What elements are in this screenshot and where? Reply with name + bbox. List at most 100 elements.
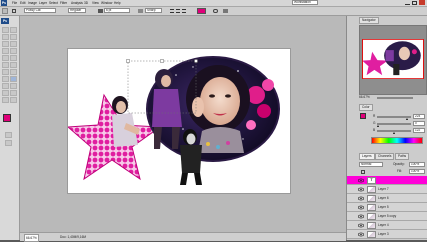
font-size-select[interactable]: 6 pt xyxy=(104,8,130,13)
align-center-icon[interactable] xyxy=(176,9,180,13)
pen-tool-icon[interactable] xyxy=(2,76,9,82)
zoom-level[interactable]: 66.67% xyxy=(24,234,39,242)
lock-icon[interactable] xyxy=(361,170,365,174)
opacity-field[interactable]: 100% xyxy=(409,162,425,167)
minimize-button[interactable] xyxy=(405,1,410,5)
3d-orbit-tool-icon[interactable] xyxy=(10,90,17,96)
pink-circle xyxy=(262,79,274,91)
eye-icon[interactable] xyxy=(357,196,365,201)
tab-color[interactable]: Color xyxy=(359,104,373,111)
warp-text-icon[interactable] xyxy=(213,9,218,13)
antialias-select[interactable]: Sharp xyxy=(145,8,162,13)
channel-r-thumb[interactable] xyxy=(406,118,408,120)
type-tool-icon[interactable] xyxy=(10,76,17,82)
workspace-switcher[interactable]: Workstation xyxy=(292,0,318,5)
eye-icon[interactable] xyxy=(357,214,365,219)
marquee-tool-icon[interactable] xyxy=(10,27,17,33)
tab-navigator[interactable]: Navigator xyxy=(359,17,379,24)
navigator-preview[interactable] xyxy=(359,25,427,95)
align-right-icon[interactable] xyxy=(182,9,186,13)
clone-stamp-tool-icon[interactable] xyxy=(2,55,9,61)
brush-tool-icon[interactable] xyxy=(10,48,17,54)
healing-tool-icon[interactable] xyxy=(2,48,9,54)
layer-row[interactable]: Layer 7 xyxy=(347,185,427,194)
eraser-tool-icon[interactable] xyxy=(2,62,9,68)
blend-mode-select[interactable]: Normal xyxy=(359,162,383,167)
layer-thumbnail xyxy=(367,204,376,211)
history-brush-tool-icon[interactable] xyxy=(10,55,17,61)
layer-name: Layer 5 copy xyxy=(378,214,397,218)
app-logo: Ps xyxy=(1,0,7,6)
menu-item-image[interactable]: Image xyxy=(28,1,37,5)
menu-item-view[interactable]: View xyxy=(92,1,99,5)
layer-row[interactable]: Layer 3 xyxy=(347,230,427,239)
menu-item-filter[interactable]: Filter xyxy=(60,1,67,5)
eye-icon[interactable] xyxy=(357,187,365,192)
3d-rotate-tool-icon[interactable] xyxy=(2,90,9,96)
tab-channels[interactable]: Channels xyxy=(375,153,395,160)
eyedropper-tool-icon[interactable] xyxy=(10,41,17,47)
menu-item-window[interactable]: Window xyxy=(101,1,112,5)
magic-wand-tool-icon[interactable] xyxy=(10,34,17,40)
blur-tool-icon[interactable] xyxy=(2,69,9,75)
channel-b-thumb[interactable] xyxy=(393,132,395,134)
navigator-zoom-slider[interactable] xyxy=(377,97,413,99)
channel-b-value[interactable]: 122 xyxy=(413,128,425,133)
layer-thumbnail xyxy=(367,195,376,202)
font-style-select[interactable]: Regular xyxy=(68,8,86,13)
menu-item-select[interactable]: Select xyxy=(49,1,58,5)
shape-tool-icon[interactable] xyxy=(10,83,17,89)
fill-field[interactable]: 100% xyxy=(409,169,425,174)
text-orientation-icon[interactable] xyxy=(12,9,16,13)
channel-g-thumb[interactable] xyxy=(377,125,379,127)
crop-tool-icon[interactable] xyxy=(2,41,9,47)
channel-r-value[interactable]: 224 xyxy=(413,114,425,119)
pink-circle xyxy=(246,120,256,130)
foreground-color-swatch[interactable] xyxy=(3,114,11,122)
hand-tool-icon[interactable] xyxy=(2,97,9,103)
options-bar: Pussy Cat Regular 6 pt Sharp xyxy=(0,7,427,16)
tab-paths[interactable]: Paths xyxy=(395,153,410,160)
menu-item-file[interactable]: File xyxy=(12,1,17,5)
eye-icon[interactable] xyxy=(357,205,365,210)
color-foreground-swatch[interactable] xyxy=(360,113,366,119)
navigator-zoom[interactable]: 66.67% xyxy=(359,95,370,100)
layer-row[interactable]: Layer 5 copy xyxy=(347,212,427,221)
text-color-swatch[interactable] xyxy=(197,8,206,14)
font-size-icon xyxy=(98,9,103,13)
layer-row[interactable]: Layer 5 xyxy=(347,203,427,212)
layer-row[interactable]: Layer 4 xyxy=(347,221,427,230)
font-family-select[interactable]: Pussy Cat xyxy=(24,8,56,13)
tab-layers[interactable]: Layers xyxy=(359,153,375,160)
eye-icon[interactable] xyxy=(357,223,365,228)
collage-artwork xyxy=(68,56,280,185)
type-tool-icon xyxy=(2,8,8,14)
menu-item-analysis[interactable]: Analysis xyxy=(71,1,83,5)
path-selection-tool-icon[interactable] xyxy=(2,83,9,89)
pink-circle xyxy=(257,104,271,118)
layer-row[interactable]: Layer 6 xyxy=(347,194,427,203)
close-button[interactable] xyxy=(419,0,425,5)
layer-row[interactable]: T xyxy=(347,176,427,185)
lasso-tool-icon[interactable] xyxy=(2,34,9,40)
channel-g-slider[interactable] xyxy=(377,123,411,125)
restore-button[interactable] xyxy=(412,1,417,5)
screen-mode-icon[interactable] xyxy=(5,140,12,146)
menu-item-help[interactable]: Help xyxy=(114,1,121,5)
menu-item-edit[interactable]: Edit xyxy=(20,1,26,5)
channel-g-value[interactable]: 0 xyxy=(413,121,425,126)
character-panel-icon[interactable] xyxy=(223,9,228,13)
color-spectrum[interactable] xyxy=(371,137,423,144)
menu-item-layer[interactable]: Layer xyxy=(39,1,47,5)
quick-mask-icon[interactable] xyxy=(5,132,12,138)
eye-icon[interactable] xyxy=(357,178,365,183)
document-canvas[interactable] xyxy=(68,49,290,193)
eye-icon[interactable] xyxy=(357,232,365,237)
dodge-tool-icon[interactable] xyxy=(10,69,17,75)
tools-panel: Ps xyxy=(0,16,20,240)
move-tool-icon[interactable] xyxy=(2,27,9,33)
gradient-tool-icon[interactable] xyxy=(10,62,17,68)
zoom-tool-icon[interactable] xyxy=(10,97,17,103)
menu-item-3d[interactable]: 3D xyxy=(84,1,88,5)
align-left-icon[interactable] xyxy=(170,9,174,13)
